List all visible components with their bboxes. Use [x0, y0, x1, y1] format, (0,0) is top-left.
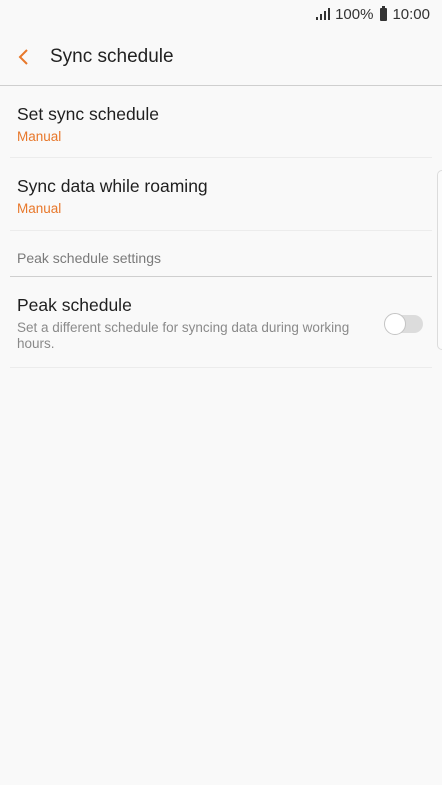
- settings-list: Set sync schedule Manual Sync data while…: [0, 86, 442, 368]
- clock: 10:00: [392, 5, 430, 23]
- item-value: Manual: [17, 201, 62, 216]
- toggle-knob: [384, 313, 406, 335]
- item-description: Set a different schedule for syncing dat…: [17, 320, 350, 351]
- back-button[interactable]: [0, 28, 46, 85]
- peak-schedule-toggle[interactable]: [384, 313, 423, 335]
- item-title: Sync data while roaming: [17, 176, 208, 196]
- battery-icon: [380, 5, 388, 21]
- section-header: Peak schedule settings: [10, 231, 432, 277]
- set-sync-schedule-item[interactable]: Set sync schedule Manual: [10, 86, 432, 158]
- peak-schedule-text: Peak schedule Set a different schedule f…: [17, 295, 385, 352]
- app-bar: Sync schedule: [0, 28, 442, 86]
- sync-roaming-item[interactable]: Sync data while roaming Manual: [10, 158, 432, 231]
- item-value: Manual: [17, 129, 62, 144]
- status-bar: 100% 10:00: [0, 0, 442, 28]
- back-arrow-icon: [18, 48, 28, 65]
- signal-icon: [315, 8, 331, 20]
- peak-schedule-item[interactable]: Peak schedule Set a different schedule f…: [10, 277, 432, 368]
- page-title: Sync schedule: [50, 45, 174, 67]
- scroll-edge-handle[interactable]: [437, 170, 442, 350]
- item-title: Peak schedule: [17, 295, 132, 315]
- item-title: Set sync schedule: [17, 104, 160, 124]
- battery-percent: 100%: [335, 5, 374, 23]
